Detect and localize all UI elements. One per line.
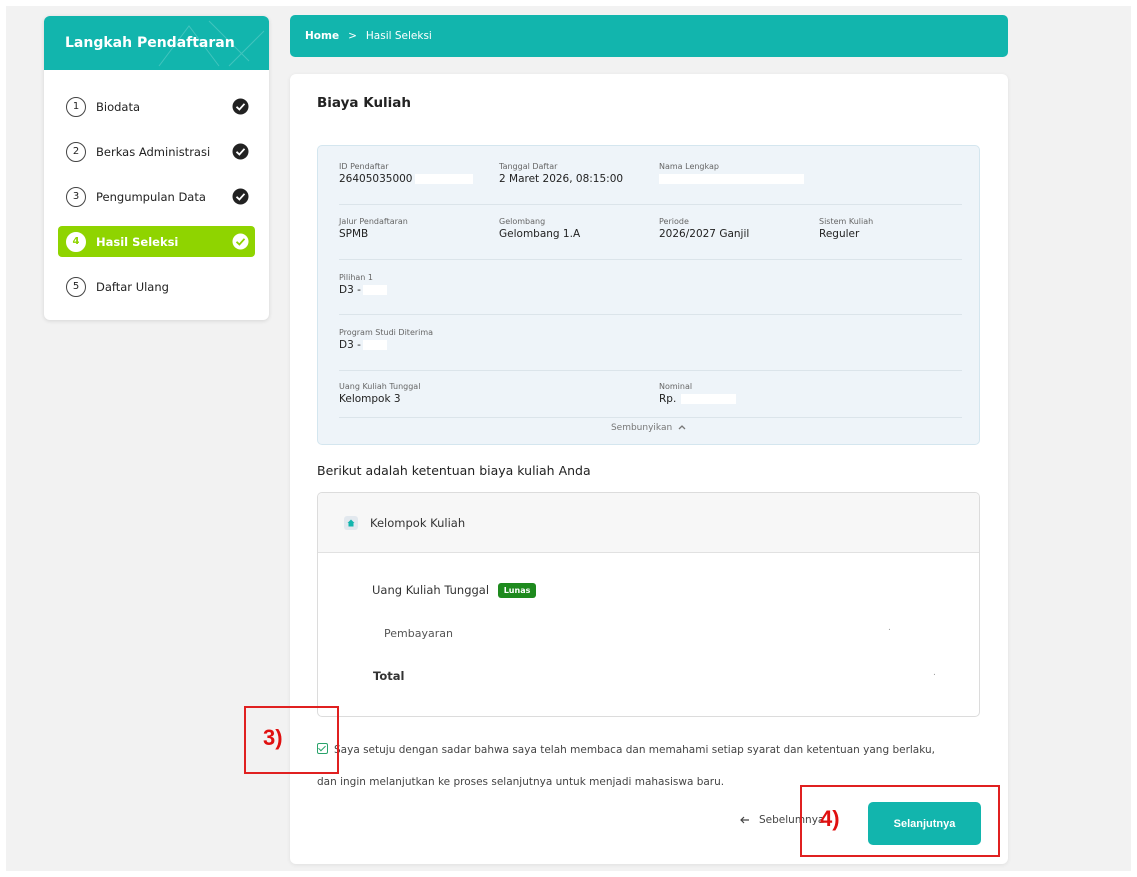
redacted-block bbox=[659, 174, 804, 184]
redacted-block bbox=[681, 394, 737, 404]
field-value: D3 - bbox=[339, 339, 361, 351]
breadcrumb-current: Hasil Seleksi bbox=[365, 30, 432, 42]
divider bbox=[339, 259, 962, 260]
arrow-left-icon bbox=[740, 816, 749, 824]
field-value: SPMB bbox=[339, 228, 369, 240]
field-label: Nama Lengkap bbox=[659, 162, 719, 171]
field-jalur-pendaftaran: Jalur Pendaftaran SPMB bbox=[339, 217, 408, 240]
field-value: Reguler bbox=[819, 228, 860, 240]
field-label: Sistem Kuliah bbox=[819, 217, 874, 226]
breadcrumb: Home > Hasil Seleksi bbox=[290, 15, 1008, 57]
total-label: Total bbox=[373, 669, 405, 683]
step-number: 2 bbox=[66, 141, 86, 162]
field-uang-kuliah-tunggal: Uang Kuliah Tunggal Kelompok 3 bbox=[339, 382, 420, 405]
registrant-info-box: ID Pendaftar 26405035000 Tanggal Daftar … bbox=[317, 145, 980, 445]
check-circle-icon bbox=[232, 143, 249, 160]
field-label: Jalur Pendaftaran bbox=[339, 217, 408, 226]
check-circle-icon bbox=[232, 98, 249, 115]
field-gelombang: Gelombang Gelombang 1.A bbox=[499, 217, 580, 240]
annotation-label-4: 4) bbox=[820, 806, 840, 831]
annotation-box-3 bbox=[244, 706, 339, 774]
field-label: Uang Kuliah Tunggal bbox=[339, 382, 421, 391]
step-label: Biodata bbox=[96, 99, 141, 114]
sidebar-header: Langkah Pendaftaran bbox=[44, 16, 269, 70]
step-label: Berkas Administrasi bbox=[96, 144, 211, 159]
divider bbox=[339, 314, 962, 315]
redacted-block bbox=[362, 285, 387, 295]
field-label: Periode bbox=[659, 217, 689, 226]
terms-title: Berikut adalah ketentuan biaya kuliah An… bbox=[317, 463, 591, 478]
payment-row: Pembayaran bbox=[384, 627, 453, 640]
chevron-up-icon bbox=[678, 425, 686, 430]
fee-group-title: Kelompok Kuliah bbox=[370, 515, 466, 530]
step-hasil-seleksi[interactable]: 4 Hasil Seleksi bbox=[58, 226, 255, 257]
field-label: Tanggal Daftar bbox=[499, 162, 558, 171]
field-label: Gelombang bbox=[499, 217, 546, 226]
step-berkas-administrasi[interactable]: 2 Berkas Administrasi bbox=[58, 136, 255, 167]
step-daftar-ulang[interactable]: 5 Daftar Ulang bbox=[58, 271, 255, 302]
divider bbox=[339, 370, 962, 371]
field-tanggal-daftar: Tanggal Daftar 2 Maret 2026, 08:15:00 bbox=[499, 162, 623, 185]
fee-group-header: Kelompok Kuliah bbox=[318, 493, 979, 553]
fee-details-box: Kelompok Kuliah Uang Kuliah Tunggal Luna… bbox=[317, 492, 980, 717]
step-label: Pengumpulan Data bbox=[96, 189, 206, 204]
field-periode: Periode 2026/2027 Ganjil bbox=[659, 217, 749, 240]
field-label: Program Studi Diterima bbox=[339, 328, 434, 337]
field-sistem-kuliah: Sistem Kuliah Reguler bbox=[819, 217, 873, 240]
field-label: Pilihan 1 bbox=[339, 273, 373, 282]
breadcrumb-home-link[interactable]: Home bbox=[305, 30, 339, 42]
step-number: 5 bbox=[66, 276, 86, 297]
total-row: Total bbox=[373, 669, 404, 683]
toggle-label: Sembunyikan bbox=[610, 423, 673, 433]
breadcrumb-separator: > bbox=[348, 30, 357, 42]
field-id-pendaftar: ID Pendaftar 26405035000 bbox=[339, 162, 473, 185]
field-value: Rp. bbox=[659, 393, 677, 405]
header-pattern-icon bbox=[158, 20, 265, 67]
field-value: D3 - bbox=[339, 284, 361, 296]
agreement-text-line1: Saya setuju dengan sadar bahwa saya tela… bbox=[334, 744, 935, 756]
status-badge: Lunas bbox=[497, 583, 537, 598]
annotation-label-3: 3) bbox=[263, 725, 283, 750]
field-pilihan-1: Pilihan 1 D3 - bbox=[339, 273, 387, 296]
redacted-block bbox=[414, 174, 473, 184]
step-label: Daftar Ulang bbox=[96, 279, 169, 294]
step-biodata[interactable]: 1 Biodata bbox=[58, 91, 255, 122]
field-value: Kelompok 3 bbox=[339, 393, 401, 405]
field-program-studi-diterima: Program Studi Diterima D3 - bbox=[339, 328, 433, 351]
ukt-row: Uang Kuliah Tunggal Lunas bbox=[372, 583, 537, 598]
hide-details-toggle[interactable]: Sembunyikan bbox=[318, 423, 979, 433]
divider bbox=[339, 204, 962, 205]
step-pengumpulan-data[interactable]: 3 Pengumpulan Data bbox=[58, 181, 255, 212]
payment-label: Pembayaran bbox=[384, 627, 453, 640]
field-value: 2026/2027 Ganjil bbox=[659, 228, 750, 240]
redacted-block bbox=[362, 340, 387, 350]
main-card: Biaya Kuliah ID Pendaftar 26405035000 Ta… bbox=[290, 74, 1008, 864]
step-number: 4 bbox=[66, 231, 86, 252]
check-circle-icon bbox=[232, 188, 249, 205]
page-title: Biaya Kuliah bbox=[317, 95, 412, 111]
step-number: 3 bbox=[66, 186, 86, 207]
field-value: 26405035000 bbox=[339, 173, 413, 185]
ukt-label: Uang Kuliah Tunggal bbox=[372, 583, 490, 597]
step-number: 1 bbox=[66, 96, 86, 117]
field-label: ID Pendaftar bbox=[339, 162, 389, 171]
home-icon bbox=[344, 515, 358, 530]
field-value: Gelombang 1.A bbox=[499, 228, 581, 240]
divider bbox=[339, 417, 962, 418]
field-nama-lengkap: Nama Lengkap bbox=[659, 162, 804, 185]
field-label: Nominal bbox=[659, 382, 693, 391]
payment-value: . bbox=[888, 623, 891, 633]
step-label: Hasil Seleksi bbox=[96, 234, 179, 249]
check-circle-icon bbox=[232, 233, 249, 250]
field-value: 2 Maret 2026, 08:15:00 bbox=[499, 173, 624, 185]
total-value: . bbox=[933, 668, 936, 678]
field-nominal: Nominal Rp. bbox=[659, 382, 737, 405]
registration-steps-sidebar: Langkah Pendaftaran 1 Biodata 2 Berkas A… bbox=[44, 16, 269, 320]
